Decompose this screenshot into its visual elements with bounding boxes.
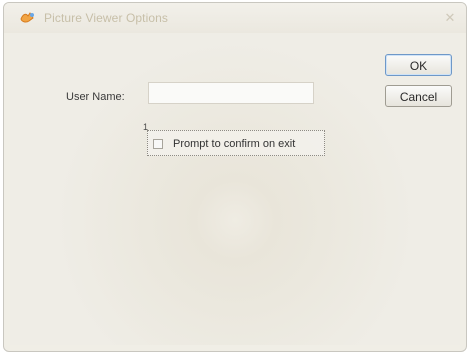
user-name-input[interactable]	[148, 82, 314, 104]
dialog-client-area: OK Cancel User Name: 1 Prompt to confirm…	[10, 33, 460, 345]
prompt-confirm-group[interactable]: Prompt to confirm on exit	[147, 130, 325, 156]
prompt-confirm-checkbox[interactable]	[153, 139, 163, 149]
user-name-label: User Name:	[66, 91, 125, 103]
cancel-button[interactable]: Cancel	[385, 85, 452, 107]
app-icon	[18, 10, 38, 26]
close-icon[interactable]: ✕	[442, 10, 458, 26]
window-title: Picture Viewer Options	[44, 11, 169, 25]
prompt-confirm-label: Prompt to confirm on exit	[173, 138, 296, 150]
options-dialog: Picture Viewer Options ✕ OK Cancel User …	[3, 2, 467, 352]
ok-button[interactable]: OK	[385, 54, 452, 76]
title-bar[interactable]: Picture Viewer Options ✕	[4, 3, 466, 33]
